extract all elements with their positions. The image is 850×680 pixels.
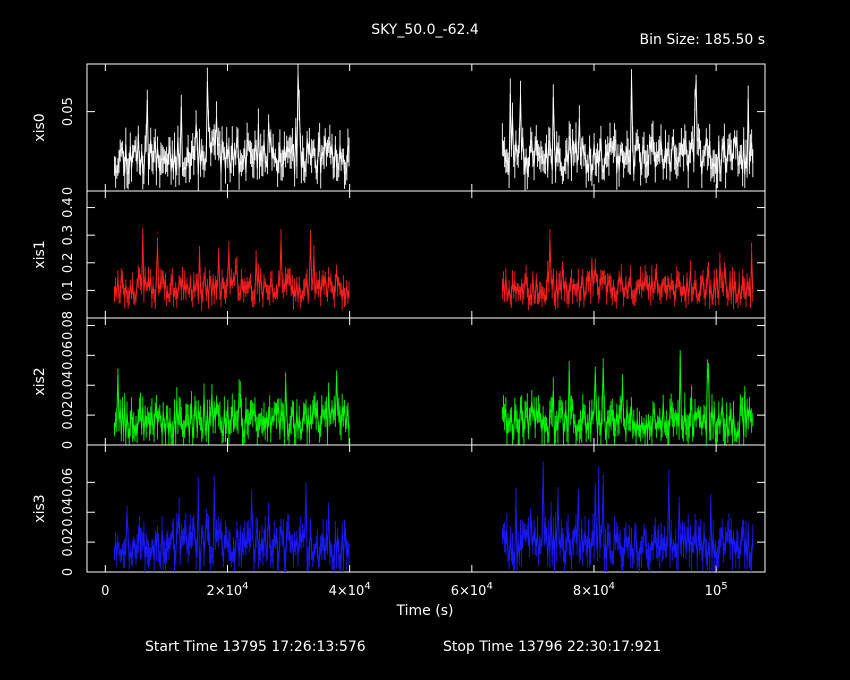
series-line-xis3: [114, 467, 754, 565]
y-tick-label: 0.08: [61, 311, 76, 340]
x-tick-label: 6×104: [451, 581, 493, 599]
error-bars-xis1: [114, 227, 754, 311]
x-tick-label: 4×104: [329, 581, 371, 599]
y-tick-label: 0.02: [61, 401, 76, 430]
y-tick-label: 0.1: [61, 280, 76, 301]
panel-label-xis1: xis1: [32, 240, 48, 268]
y-tick-label: 0: [61, 187, 76, 195]
series-line-xis0: [114, 73, 754, 177]
x-axis: 0 2×104 4×104 6×104 8×104 105: [101, 581, 727, 599]
y-tick-label: 0.04: [61, 498, 76, 527]
start-time-label: Start Time 13795 17:26:13:576: [145, 639, 366, 655]
panel-xis3: 0 0.020.040.06 xis3: [32, 444, 766, 576]
x-tick-label: 0: [101, 584, 109, 599]
plot-title: SKY_50.0_-62.4: [371, 22, 479, 38]
panel-xis0: 0 0.05 xis0: [32, 63, 766, 195]
y-tick-label: 0.2: [61, 252, 76, 273]
y-tick-label: 0.05: [61, 97, 76, 126]
series-line-xis2: [114, 355, 754, 439]
y-tick-label: 0.02: [61, 528, 76, 557]
light-curve-plot: SKY_50.0_-62.4 Bin Size: 185.50 s 0 0.05 x…: [32, 22, 766, 655]
panels-group: 00.05xis00.10.20.30.4xis100.020.040.060.…: [32, 63, 766, 576]
error-bars-xis2: [114, 350, 754, 445]
x-tick-label: 105: [705, 581, 728, 599]
y-tick-label: 0.4: [61, 197, 76, 218]
x-axis-label: Time (s): [396, 603, 454, 619]
y-tick-label: 0.06: [61, 468, 76, 497]
error-bars-xis0: [114, 64, 754, 191]
stop-time-label: Stop Time 13796 22:30:17:921: [443, 639, 661, 655]
x-tick-label: 8×104: [573, 581, 615, 599]
y-tick-label: 0.06: [61, 341, 76, 370]
y-tick-label: 0: [61, 441, 76, 449]
panel-frame: [86, 190, 766, 319]
series-line-xis1: [114, 234, 754, 302]
y-tick-label: 0: [61, 568, 76, 576]
panel-label-xis2: xis2: [32, 367, 48, 395]
panel-label-xis3: xis3: [32, 494, 48, 522]
y-tick-label: 0.3: [61, 225, 76, 246]
x-tick-label: 2×104: [206, 581, 248, 599]
panel-xis2: 0 0.020.040.060.08 xis2: [32, 311, 766, 449]
panel-label-xis0: xis0: [32, 113, 48, 141]
panel-xis1: 0.1 0.2 0.3 0.4 xis1: [32, 190, 766, 319]
y-tick-label: 0.04: [61, 371, 76, 400]
bin-size-label: Bin Size: 185.50 s: [640, 32, 765, 48]
